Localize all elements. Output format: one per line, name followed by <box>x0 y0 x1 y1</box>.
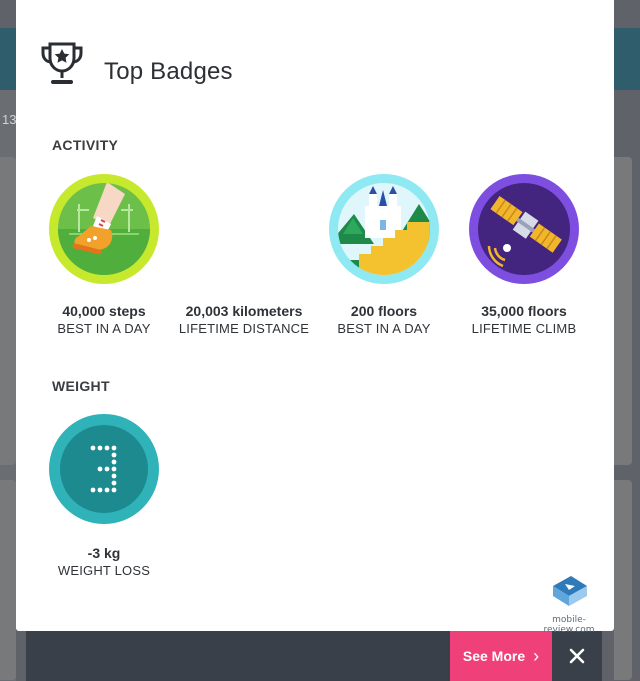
badge-floors-day[interactable]: 200 floors BEST IN A DAY <box>314 174 454 338</box>
badge-steps[interactable]: 40,000 steps BEST IN A DAY <box>34 174 174 338</box>
top-badges-modal: Top Badges ACTIVITY 40,000 steps BEST IN… <box>16 0 614 635</box>
trophy-icon <box>41 42 83 84</box>
close-button[interactable] <box>552 631 602 681</box>
background-card <box>614 157 632 465</box>
close-icon <box>569 648 585 664</box>
badge-value: 200 floors <box>350 303 418 319</box>
castle-badge-icon <box>329 174 439 284</box>
badge-lifetime-climb[interactable]: 35,000 floors LIFETIME CLIMB <box>454 174 594 338</box>
chevron-right-icon: › <box>533 645 540 666</box>
badge-value: 20,003 kilometers <box>185 303 303 319</box>
badge-label: WEIGHT LOSS <box>57 563 151 578</box>
background-number: 13 <box>2 112 17 127</box>
badge-label: BEST IN A DAY <box>337 321 431 336</box>
watermark: mobile-review.com <box>528 574 610 635</box>
sneaker-badge-icon <box>49 174 159 284</box>
badge-label: LIFETIME DISTANCE <box>178 321 310 336</box>
badge-value: 40,000 steps <box>62 303 146 319</box>
modal-title: Top Badges <box>104 58 233 85</box>
satellite-badge-icon <box>469 174 579 284</box>
watermark-logo-icon <box>553 576 587 606</box>
badge-empty-slot <box>189 174 299 284</box>
weight-3-badge-icon <box>49 414 159 524</box>
background-card <box>614 480 632 680</box>
section-heading-activity: ACTIVITY <box>52 137 119 153</box>
badge-value: -3 kg <box>87 545 121 561</box>
background-card <box>0 480 16 680</box>
badge-weight-loss[interactable]: -3 kg WEIGHT LOSS <box>34 414 174 580</box>
badge-value: 35,000 floors <box>481 303 567 319</box>
watermark-text: mobile-review.com <box>543 615 595 635</box>
badge-label: LIFETIME CLIMB <box>471 321 577 336</box>
badge-distance[interactable]: 20,003 kilometers LIFETIME DISTANCE <box>174 174 314 338</box>
section-heading-weight: WEIGHT <box>52 378 110 394</box>
background-card <box>0 157 16 465</box>
see-more-button[interactable]: See More › <box>450 631 552 681</box>
badge-label: BEST IN A DAY <box>57 321 151 336</box>
see-more-label: See More <box>462 648 526 664</box>
